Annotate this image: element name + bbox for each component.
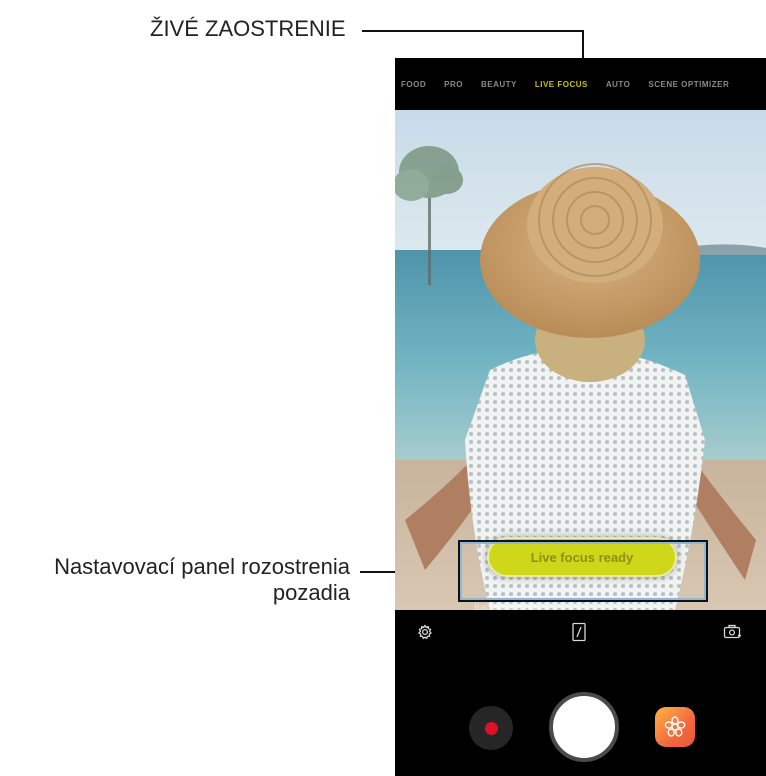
blur-panel-callout-label: Nastavovací panel rozostrenia pozadia	[54, 554, 350, 605]
gear-icon[interactable]	[417, 624, 433, 645]
live-focus-callout-label: ŽIVÉ ZAOSTRENIE	[150, 16, 346, 41]
camera-mode-live-focus[interactable]: LIVE FOCUS	[535, 80, 588, 89]
camera-mode-food[interactable]: FOOD	[401, 80, 426, 89]
camera-mode-auto[interactable]: AUTO	[606, 80, 631, 89]
effects-button[interactable]	[655, 707, 695, 747]
camera-viewfinder[interactable]: Live focus ready Background blur	[395, 110, 766, 610]
switch-camera-icon[interactable]	[723, 624, 742, 645]
camera-mode-scene-optimizer[interactable]: SCENE OPTIMIZER	[648, 80, 729, 89]
shutter-button[interactable]	[549, 692, 619, 762]
record-icon	[484, 721, 498, 735]
camera-screen: FOOD PRO BEAUTY LIVE FOCUS AUTO SCENE OPTIMIZ…	[395, 58, 766, 776]
viewfinder-scene	[395, 110, 766, 610]
camera-mode-beauty[interactable]: BEAUTY	[481, 80, 517, 89]
camera-controls	[395, 610, 766, 776]
flower-effects-icon	[664, 716, 686, 737]
live-focus-callout-line	[362, 30, 584, 32]
camera-mode-bar[interactable]: FOOD PRO BEAUTY LIVE FOCUS AUTO SCENE OPTIMIZ…	[395, 58, 766, 110]
blur-slider-label: Background blur	[474, 602, 540, 610]
record-button[interactable]	[469, 706, 513, 750]
aspect-ratio-icon[interactable]	[571, 622, 587, 647]
camera-mode-pro[interactable]: PRO	[444, 80, 463, 89]
blur-panel-callout-box	[458, 540, 708, 602]
